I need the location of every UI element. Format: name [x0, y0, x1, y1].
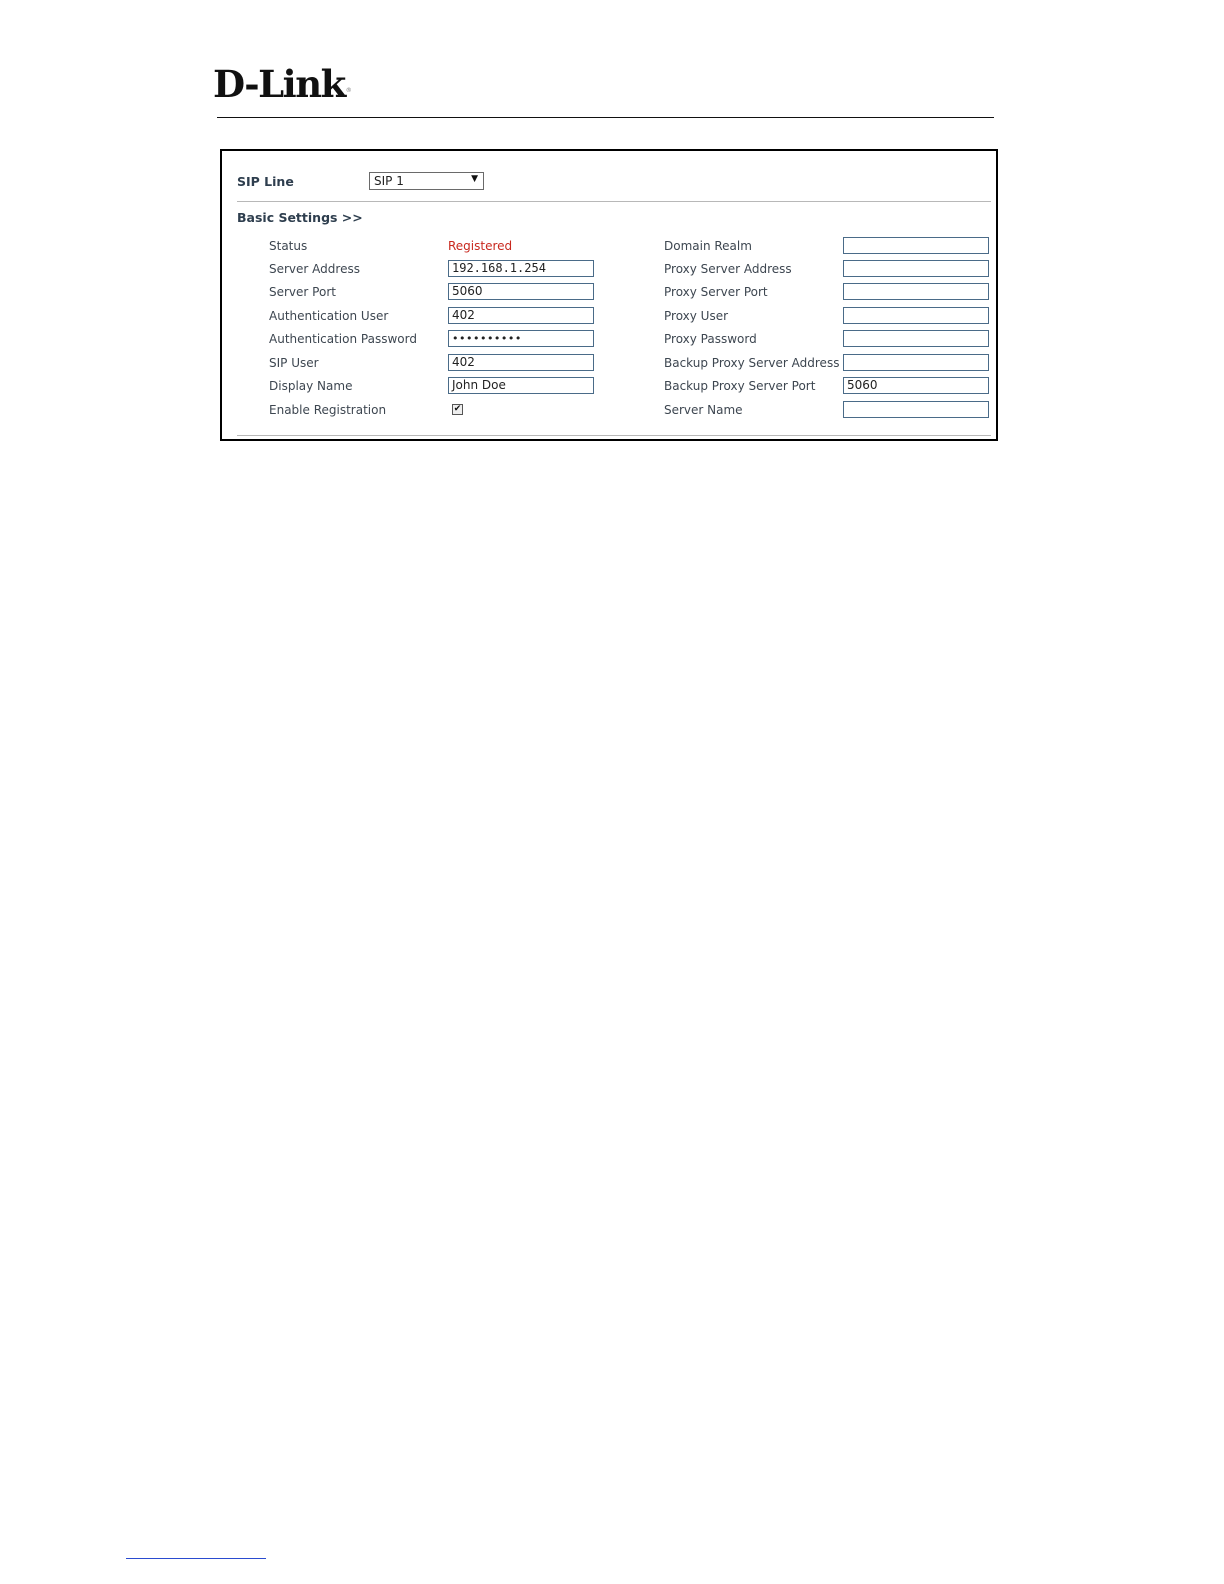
status-label: Status	[269, 239, 308, 253]
dropdown-arrow-icon: ▼	[471, 174, 478, 184]
sip-line-label: SIP Line	[237, 174, 294, 189]
authentication-password-input[interactable]: ••••••••••	[448, 330, 594, 347]
enable-registration-checkbox[interactable]: ✔	[452, 404, 463, 415]
dlink-logo: D-Link ®	[213, 60, 352, 108]
server-name-label: Server Name	[664, 403, 743, 417]
basic-settings-title[interactable]: Basic Settings >>	[237, 210, 363, 225]
domain-realm-label: Domain Realm	[664, 239, 752, 253]
proxy-server-port-input[interactable]	[843, 283, 989, 300]
proxy-server-address-label: Proxy Server Address	[664, 262, 792, 276]
backup-proxy-server-address-label: Backup Proxy Server Address	[664, 356, 840, 370]
proxy-server-port-label: Proxy Server Port	[664, 285, 768, 299]
bottom-divider	[237, 435, 991, 436]
proxy-server-address-input[interactable]	[843, 260, 989, 277]
display-name-input[interactable]: John Doe	[448, 377, 594, 394]
server-address-label: Server Address	[269, 262, 360, 276]
authentication-user-input[interactable]: 402	[448, 307, 594, 324]
logo-text: D-Link	[213, 62, 346, 106]
enable-registration-label: Enable Registration	[269, 403, 387, 417]
footer-link-underline	[126, 1558, 266, 1559]
server-port-input[interactable]: 5060	[448, 283, 594, 300]
proxy-user-input[interactable]	[843, 307, 989, 324]
sip-line-select[interactable]: SIP 1 ▼	[369, 172, 484, 190]
sip-line-selected-value: SIP 1	[374, 174, 404, 188]
backup-proxy-server-port-label: Backup Proxy Server Port	[664, 379, 816, 393]
sip-user-label: SIP User	[269, 356, 319, 370]
status-value: Registered	[448, 239, 513, 253]
server-port-label: Server Port	[269, 285, 336, 299]
proxy-password-label: Proxy Password	[664, 332, 757, 346]
sip-user-input[interactable]: 402	[448, 354, 594, 371]
proxy-password-input[interactable]	[843, 330, 989, 347]
domain-realm-input[interactable]	[843, 237, 989, 254]
authentication-user-label: Authentication User	[269, 309, 389, 323]
section-divider	[237, 201, 991, 202]
backup-proxy-server-port-input[interactable]: 5060	[843, 377, 989, 394]
backup-proxy-server-address-input[interactable]	[843, 354, 989, 371]
server-name-input[interactable]	[843, 401, 989, 418]
proxy-user-label: Proxy User	[664, 309, 729, 323]
display-name-label: Display Name	[269, 379, 353, 393]
sip-settings-panel: SIP Line SIP 1 ▼ Basic Settings >> Statu…	[220, 149, 998, 441]
server-address-input[interactable]: 192.168.1.254	[448, 260, 594, 277]
header-divider	[217, 117, 994, 118]
registered-mark: ®	[345, 87, 352, 94]
authentication-password-label: Authentication Password	[269, 332, 417, 346]
